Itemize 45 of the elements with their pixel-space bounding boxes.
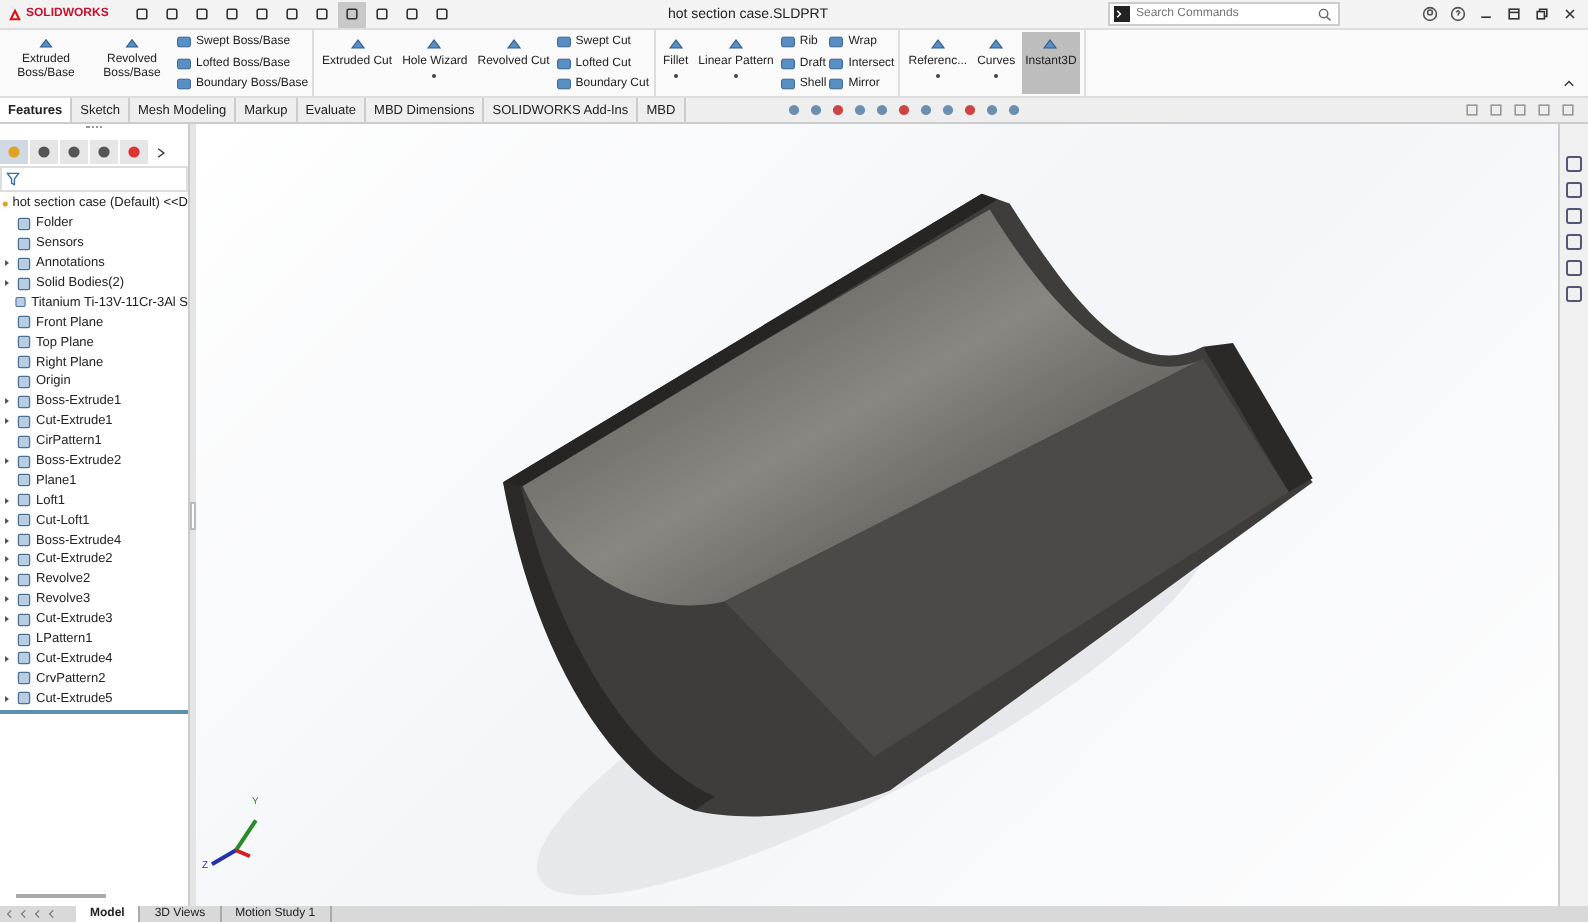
expand-arrow-icon[interactable]: [2, 396, 12, 407]
expand-arrow-icon[interactable]: [2, 574, 12, 585]
search-icon: [1318, 7, 1332, 21]
feature-icon: [347, 34, 368, 54]
feature-icon: [36, 34, 56, 53]
feature-icon: [1040, 34, 1061, 54]
feature-icon: [424, 34, 445, 54]
rollback-bar[interactable]: [0, 710, 188, 715]
panel-tab[interactable]: [30, 140, 58, 164]
expand-arrow-icon[interactable]: [2, 614, 12, 625]
logo-icon: [8, 7, 22, 21]
feature-icon: [927, 34, 948, 54]
expand-arrow-icon[interactable]: [2, 278, 12, 288]
panel-collapse-handle[interactable]: [190, 501, 196, 529]
toolbar-button[interactable]: [338, 1, 366, 27]
feature-icon: [503, 34, 524, 54]
expand-arrow-icon[interactable]: [2, 495, 12, 506]
expand-arrow-icon[interactable]: [2, 693, 12, 704]
scrollbar[interactable]: [16, 894, 106, 898]
restore-icon[interactable]: [1534, 6, 1550, 22]
expand-arrow-icon[interactable]: [2, 515, 12, 526]
panel-tab[interactable]: [60, 140, 88, 164]
expand-arrow-icon[interactable]: [2, 456, 12, 467]
expand-arrow-icon[interactable]: [2, 554, 12, 565]
feature-icon: [986, 34, 1007, 54]
filter-icon: [6, 172, 20, 186]
close-icon[interactable]: [1562, 6, 1578, 22]
chevron-right-icon[interactable]: [154, 145, 168, 159]
expand-arrow-icon[interactable]: [2, 416, 12, 427]
feature-icon: [726, 34, 747, 54]
expand-arrow-icon[interactable]: [2, 535, 12, 546]
feature-icon: [122, 34, 142, 53]
expand-arrow-icon[interactable]: [2, 653, 12, 664]
user-icon[interactable]: [1422, 6, 1438, 22]
filter-field[interactable]: [0, 166, 188, 192]
terminal-icon: [1114, 6, 1130, 22]
panel-tab[interactable]: [90, 140, 118, 164]
feature-icon: [665, 34, 686, 54]
expand-arrow-icon[interactable]: [2, 258, 12, 269]
panel-tab[interactable]: [120, 140, 148, 164]
expand-arrow-icon[interactable]: [2, 594, 12, 605]
collapse-ribbon-icon[interactable]: [1562, 76, 1576, 90]
axis-triad-drawing: [210, 819, 258, 866]
help-icon[interactable]: [1450, 6, 1466, 22]
layout-icon[interactable]: [1506, 6, 1522, 22]
